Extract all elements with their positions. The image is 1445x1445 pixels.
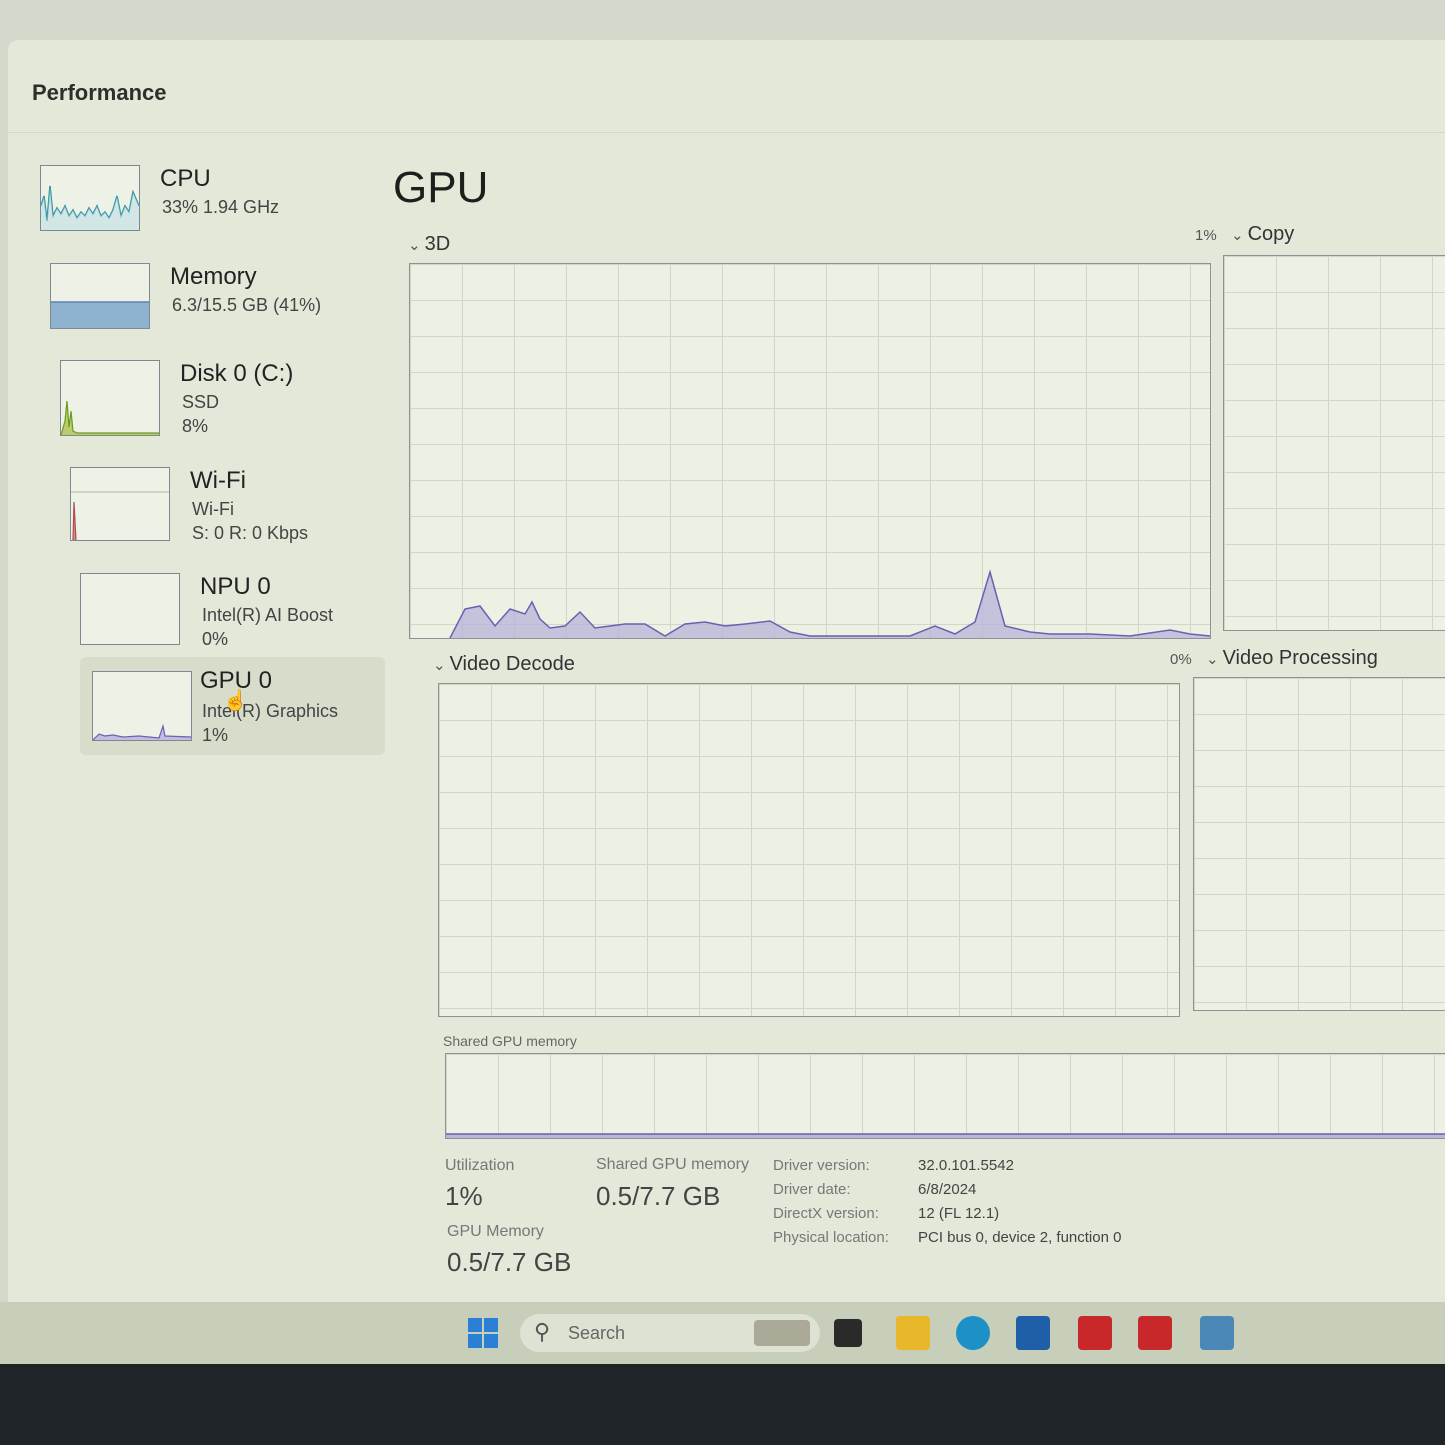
- sidebar-item-detail: 6.3/15.5 GB (41%): [172, 295, 322, 315]
- sidebar-item-detail: 0%: [202, 629, 229, 649]
- search-icon: ⚲: [534, 1319, 551, 1344]
- driver-date-value: 6/8/2024: [918, 1181, 977, 1198]
- driver-version-value: 32.0.101.5542: [918, 1157, 1014, 1174]
- sidebar: CPU 33% 1.94 GHz Memory 6.3/15.5 GB (41%…: [28, 145, 388, 1145]
- chevron-down-icon: ⌄: [1206, 651, 1219, 668]
- sidebar-item-detail: 33% 1.94 GHz: [162, 197, 280, 217]
- gpu-memory-label: GPU Memory: [447, 1223, 544, 1240]
- sidebar-item-label: CPU: [160, 165, 211, 192]
- sidebar-item-detail: S: 0 R: 0 Kbps: [192, 523, 309, 543]
- physical-location-label: Physical location:: [773, 1229, 889, 1246]
- engine-3d-selector[interactable]: ⌄ 3D: [408, 233, 450, 256]
- windows-start-icon[interactable]: [466, 1316, 500, 1350]
- file-explorer-icon[interactable]: [896, 1316, 930, 1350]
- driver-date-label: Driver date:: [773, 1181, 851, 1198]
- driver-version-label: Driver version:: [773, 1157, 870, 1174]
- sidebar-item-detail: 1%: [202, 725, 229, 745]
- sidebar-item-cpu[interactable]: CPU 33% 1.94 GHz: [28, 155, 388, 247]
- sidebar-item-npu[interactable]: NPU 0 Intel(R) AI Boost 0%: [68, 563, 428, 655]
- utilization-value: 1%: [445, 1181, 483, 1211]
- sidebar-item-label: Wi-Fi: [190, 467, 246, 494]
- screen-bezel: [0, 1364, 1445, 1445]
- page-title: Performance: [32, 80, 167, 105]
- gpu-detail-panel: GPU ⌄ 3D 1% ⌄ Copy ⌄ Video Decode 0% ⌄ Video…: [393, 145, 1445, 1295]
- red-app-icon[interactable]: [1138, 1316, 1172, 1350]
- disk-thumbnail-graph: [60, 360, 160, 436]
- sidebar-item-detail: SSD: [182, 392, 220, 412]
- task-view-icon[interactable]: [834, 1319, 862, 1347]
- directx-version-label: DirectX version:: [773, 1205, 879, 1222]
- shared-gpu-memory-graph-label: Shared GPU memory: [443, 1033, 577, 1049]
- taskbar: ⚲ Search: [0, 1302, 1445, 1364]
- directx-version-value: 12 (FL 12.1): [918, 1205, 1000, 1222]
- edge-browser-icon[interactable]: [956, 1316, 990, 1350]
- search-highlight-image: [754, 1320, 810, 1346]
- shared-gpu-memory-value: 0.5/7.7 GB: [596, 1181, 721, 1211]
- sidebar-item-label: Memory: [170, 263, 257, 290]
- shared-gpu-memory-label: Shared GPU memory: [596, 1156, 749, 1173]
- engine-video-decode-graph: [438, 683, 1180, 1017]
- mouse-pointer-icon: ☝: [223, 690, 248, 712]
- sidebar-item-memory[interactable]: Memory 6.3/15.5 GB (41%): [38, 253, 398, 345]
- title-bar: Performance: [8, 40, 1445, 133]
- npu-thumbnail-graph: [80, 573, 180, 645]
- engine-video-processing-percent: 0%: [1170, 651, 1192, 668]
- task-manager-window: Performance CPU 33% 1.94 GHz Memory 6.3/…: [8, 40, 1445, 1302]
- engine-3d-percent: 1%: [1195, 227, 1217, 244]
- sidebar-item-detail: 8%: [182, 416, 209, 436]
- engine-video-decode-selector[interactable]: ⌄ Video Decode: [433, 653, 575, 676]
- sidebar-item-detail: Wi-Fi: [192, 499, 234, 519]
- engine-video-processing-graph: [1193, 677, 1445, 1011]
- gpu-thumbnail-graph: [92, 671, 192, 741]
- utilization-label: Utilization: [445, 1157, 515, 1174]
- cpu-thumbnail-graph: [40, 165, 140, 231]
- engine-copy-graph: [1223, 255, 1445, 631]
- chevron-down-icon: ⌄: [433, 657, 446, 674]
- search-placeholder: Search: [568, 1323, 626, 1343]
- taskbar-search-box[interactable]: ⚲ Search: [520, 1314, 820, 1352]
- chevron-down-icon: ⌄: [408, 237, 421, 254]
- engine-copy-selector[interactable]: ⌄ Copy: [1231, 223, 1294, 246]
- physical-location-value: PCI bus 0, device 2, function 0: [918, 1229, 1122, 1246]
- sidebar-item-label: NPU 0: [200, 573, 271, 600]
- sidebar-item-detail: Intel(R) AI Boost: [202, 605, 334, 625]
- engine-video-processing-selector[interactable]: ⌄ Video Processing: [1206, 647, 1378, 670]
- shared-gpu-memory-graph: [445, 1053, 1445, 1139]
- memory-thumbnail-graph: [50, 263, 150, 329]
- sidebar-item-wifi[interactable]: Wi-Fi Wi-Fi S: 0 R: 0 Kbps: [58, 457, 418, 549]
- lenovo-app-icon[interactable]: [1078, 1316, 1112, 1350]
- sidebar-item-disk[interactable]: Disk 0 (C:) SSD 8%: [48, 350, 408, 442]
- wifi-thumbnail-graph: [70, 467, 170, 541]
- chevron-down-icon: ⌄: [1231, 227, 1244, 244]
- sidebar-item-label: Disk 0 (C:): [180, 360, 294, 387]
- store-icon[interactable]: [1016, 1316, 1050, 1350]
- task-manager-icon[interactable]: [1200, 1316, 1234, 1350]
- gpu-heading: GPU: [393, 163, 489, 212]
- gpu-memory-value: 0.5/7.7 GB: [447, 1247, 572, 1277]
- engine-3d-graph: [409, 263, 1211, 639]
